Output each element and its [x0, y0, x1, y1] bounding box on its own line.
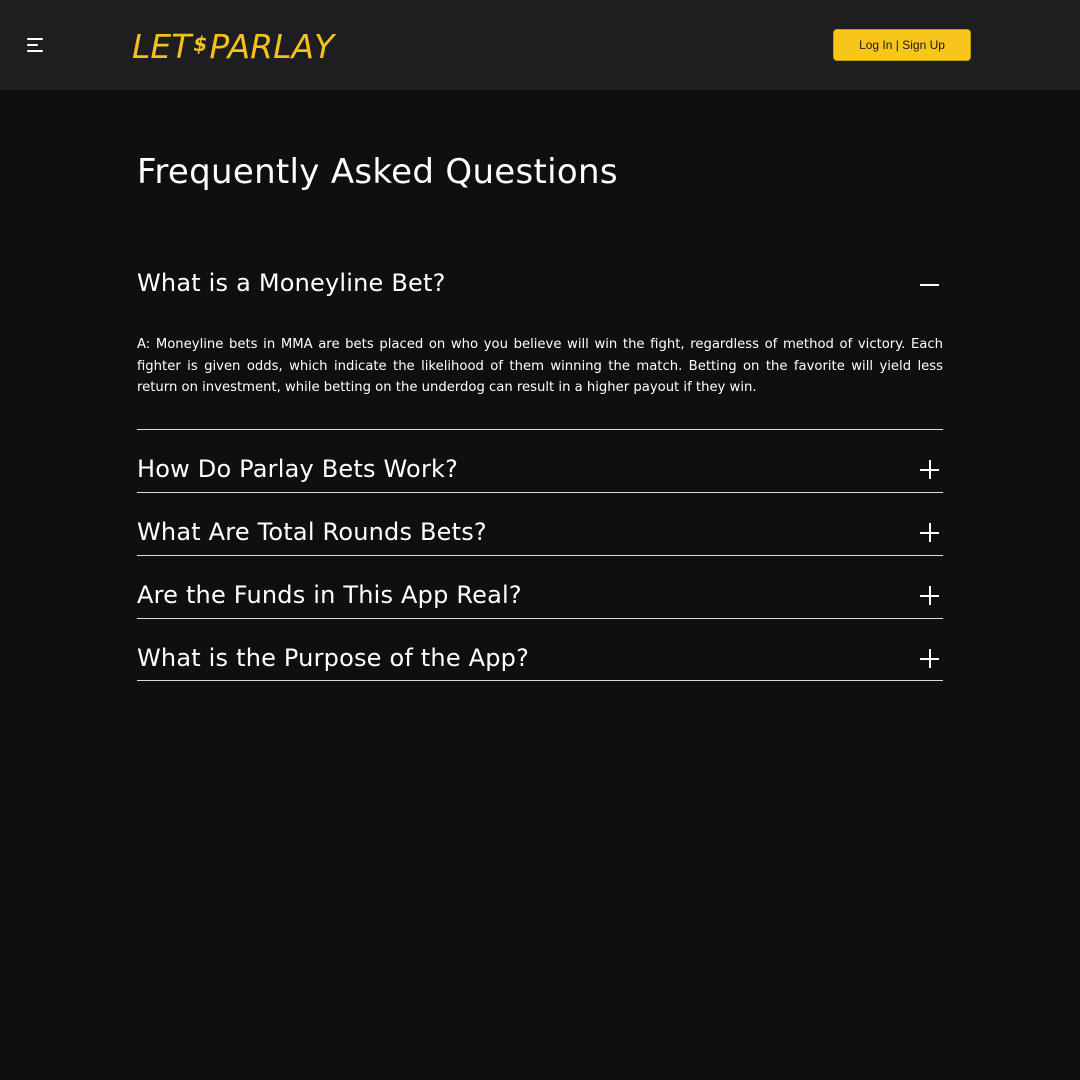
minus-icon[interactable] — [920, 275, 939, 294]
plus-icon[interactable] — [920, 586, 939, 605]
logo-text-let: LET — [132, 26, 192, 66]
top-navbar: LET $ PARLAY Log In | Sign Up — [0, 0, 1080, 90]
plus-icon[interactable] — [920, 523, 939, 542]
hamburger-menu-icon[interactable] — [27, 37, 45, 53]
faq-item-app-purpose: What is the Purpose of the App? — [137, 619, 943, 681]
faq-question-label[interactable]: What is the Purpose of the App? — [137, 644, 529, 672]
logo-dollar-icon: $ — [193, 32, 208, 56]
page-title: Frequently Asked Questions — [137, 152, 618, 192]
faq-item-funds-real: Are the Funds in This App Real? — [137, 556, 943, 619]
faq-question-label[interactable]: How Do Parlay Bets Work? — [137, 455, 458, 483]
faq-question-label[interactable]: What Are Total Rounds Bets? — [137, 518, 487, 546]
login-signup-button[interactable]: Log In | Sign Up — [833, 29, 971, 61]
brand-logo[interactable]: LET $ PARLAY — [132, 26, 334, 66]
logo-text-parlay: PARLAY — [209, 26, 335, 66]
faq-item-parlay: How Do Parlay Bets Work? — [137, 430, 943, 493]
faq-question-label[interactable]: Are the Funds in This App Real? — [137, 581, 522, 609]
faq-item-moneyline: What is a Moneyline Bet? A: Moneyline be… — [137, 263, 943, 430]
plus-icon[interactable] — [920, 649, 939, 668]
faq-item-total-rounds: What Are Total Rounds Bets? — [137, 493, 943, 556]
faq-question-label[interactable]: What is a Moneyline Bet? — [137, 269, 446, 297]
plus-icon[interactable] — [920, 460, 939, 479]
faq-answer-text: A: Moneyline bets in MMA are bets placed… — [137, 337, 943, 395]
